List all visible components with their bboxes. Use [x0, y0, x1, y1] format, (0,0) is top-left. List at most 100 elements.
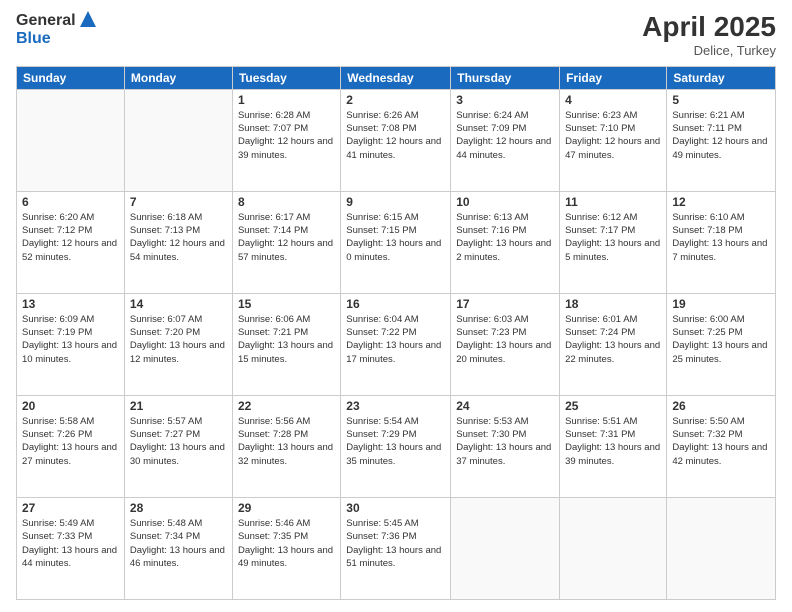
day-number: 1	[238, 93, 335, 107]
calendar-day-cell: 23 Sunrise: 5:54 AMSunset: 7:29 PMDayligh…	[341, 395, 451, 497]
day-info: Sunrise: 6:03 AMSunset: 7:23 PMDaylight:…	[456, 313, 554, 366]
day-number: 11	[565, 195, 661, 209]
day-number: 24	[456, 399, 554, 413]
day-number: 16	[346, 297, 445, 311]
day-info: Sunrise: 6:09 AMSunset: 7:19 PMDaylight:…	[22, 313, 119, 366]
day-number: 4	[565, 93, 661, 107]
calendar-day-cell	[451, 497, 560, 599]
day-number: 5	[672, 93, 770, 107]
logo-general: General	[16, 12, 76, 30]
day-number: 22	[238, 399, 335, 413]
day-info: Sunrise: 5:48 AMSunset: 7:34 PMDaylight:…	[130, 517, 227, 570]
day-info: Sunrise: 6:06 AMSunset: 7:21 PMDaylight:…	[238, 313, 335, 366]
day-number: 27	[22, 501, 119, 515]
calendar-day-cell: 28 Sunrise: 5:48 AMSunset: 7:34 PMDayligh…	[124, 497, 232, 599]
calendar-day-cell: 14 Sunrise: 6:07 AMSunset: 7:20 PMDayligh…	[124, 293, 232, 395]
calendar-day-cell	[124, 89, 232, 191]
calendar-day-cell: 17Sunrise: 6:03 AMSunset: 7:23 PMDayligh…	[451, 293, 560, 395]
calendar-day-cell: 27 Sunrise: 5:49 AMSunset: 7:33 PMDayligh…	[17, 497, 125, 599]
calendar-day-cell: 7Sunrise: 6:18 AMSunset: 7:13 PMDaylight…	[124, 191, 232, 293]
calendar-day-header: Friday	[560, 66, 667, 89]
calendar-table: SundayMondayTuesdayWednesdayThursdayFrid…	[16, 66, 776, 600]
calendar-day-cell: 3 Sunrise: 6:24 AMSunset: 7:09 PMDaylight…	[451, 89, 560, 191]
day-number: 23	[346, 399, 445, 413]
header: General Blue April 2025 Delice, Turkey	[16, 12, 776, 58]
day-number: 30	[346, 501, 445, 515]
calendar-day-cell: 15 Sunrise: 6:06 AMSunset: 7:21 PMDayligh…	[232, 293, 340, 395]
calendar-day-cell: 18 Sunrise: 6:01 AMSunset: 7:24 PMDayligh…	[560, 293, 667, 395]
calendar-day-cell: 4 Sunrise: 6:23 AMSunset: 7:10 PMDaylight…	[560, 89, 667, 191]
day-info: Sunrise: 6:26 AMSunset: 7:08 PMDaylight:…	[346, 109, 445, 162]
calendar-day-cell: 13Sunrise: 6:09 AMSunset: 7:19 PMDayligh…	[17, 293, 125, 395]
day-number: 3	[456, 93, 554, 107]
calendar-day-cell	[560, 497, 667, 599]
calendar-day-cell: 11 Sunrise: 6:12 AMSunset: 7:17 PMDayligh…	[560, 191, 667, 293]
page: General Blue April 2025 Delice, Turkey S…	[0, 0, 792, 612]
calendar-day-cell: 8Sunrise: 6:17 AMSunset: 7:14 PMDaylight…	[232, 191, 340, 293]
calendar-day-cell: 5Sunrise: 6:21 AMSunset: 7:11 PMDaylight…	[667, 89, 776, 191]
calendar-day-cell: 10 Sunrise: 6:13 AMSunset: 7:16 PMDayligh…	[451, 191, 560, 293]
day-number: 14	[130, 297, 227, 311]
day-info: Sunrise: 6:12 AMSunset: 7:17 PMDaylight:…	[565, 211, 661, 264]
calendar-day-cell: 16 Sunrise: 6:04 AMSunset: 7:22 PMDayligh…	[341, 293, 451, 395]
calendar-header-row: SundayMondayTuesdayWednesdayThursdayFrid…	[17, 66, 776, 89]
title-area: April 2025 Delice, Turkey	[642, 12, 776, 58]
day-number: 12	[672, 195, 770, 209]
calendar-day-cell	[667, 497, 776, 599]
day-number: 21	[130, 399, 227, 413]
calendar-day-cell: 24Sunrise: 5:53 AMSunset: 7:30 PMDayligh…	[451, 395, 560, 497]
calendar-week-row: 13Sunrise: 6:09 AMSunset: 7:19 PMDayligh…	[17, 293, 776, 395]
day-number: 15	[238, 297, 335, 311]
day-info: Sunrise: 5:49 AMSunset: 7:33 PMDaylight:…	[22, 517, 119, 570]
day-info: Sunrise: 5:46 AMSunset: 7:35 PMDaylight:…	[238, 517, 335, 570]
day-number: 29	[238, 501, 335, 515]
day-info: Sunrise: 5:54 AMSunset: 7:29 PMDaylight:…	[346, 415, 445, 468]
calendar-day-header: Sunday	[17, 66, 125, 89]
day-info: Sunrise: 5:45 AMSunset: 7:36 PMDaylight:…	[346, 517, 445, 570]
calendar-day-cell: 9Sunrise: 6:15 AMSunset: 7:15 PMDaylight…	[341, 191, 451, 293]
calendar-day-cell	[17, 89, 125, 191]
day-info: Sunrise: 6:13 AMSunset: 7:16 PMDaylight:…	[456, 211, 554, 264]
day-info: Sunrise: 6:24 AMSunset: 7:09 PMDaylight:…	[456, 109, 554, 162]
calendar-day-cell: 20 Sunrise: 5:58 AMSunset: 7:26 PMDayligh…	[17, 395, 125, 497]
calendar-day-cell: 22 Sunrise: 5:56 AMSunset: 7:28 PMDayligh…	[232, 395, 340, 497]
calendar-week-row: 6Sunrise: 6:20 AMSunset: 7:12 PMDaylight…	[17, 191, 776, 293]
day-info: Sunrise: 6:18 AMSunset: 7:13 PMDaylight:…	[130, 211, 227, 264]
calendar-day-header: Thursday	[451, 66, 560, 89]
day-info: Sunrise: 6:07 AMSunset: 7:20 PMDaylight:…	[130, 313, 227, 366]
calendar-day-header: Wednesday	[341, 66, 451, 89]
day-number: 20	[22, 399, 119, 413]
calendar-day-cell: 1 Sunrise: 6:28 AMSunset: 7:07 PMDaylight…	[232, 89, 340, 191]
day-info: Sunrise: 5:51 AMSunset: 7:31 PMDaylight:…	[565, 415, 661, 468]
day-number: 28	[130, 501, 227, 515]
day-number: 10	[456, 195, 554, 209]
month-title: April 2025	[642, 12, 776, 43]
day-info: Sunrise: 6:04 AMSunset: 7:22 PMDaylight:…	[346, 313, 445, 366]
calendar-day-cell: 19Sunrise: 6:00 AMSunset: 7:25 PMDayligh…	[667, 293, 776, 395]
day-info: Sunrise: 6:17 AMSunset: 7:14 PMDaylight:…	[238, 211, 335, 264]
day-number: 2	[346, 93, 445, 107]
logo-icon	[78, 9, 98, 29]
day-info: Sunrise: 5:58 AMSunset: 7:26 PMDaylight:…	[22, 415, 119, 468]
calendar-day-cell: 21 Sunrise: 5:57 AMSunset: 7:27 PMDayligh…	[124, 395, 232, 497]
calendar-week-row: 1 Sunrise: 6:28 AMSunset: 7:07 PMDaylight…	[17, 89, 776, 191]
day-number: 18	[565, 297, 661, 311]
day-info: Sunrise: 6:20 AMSunset: 7:12 PMDaylight:…	[22, 211, 119, 264]
calendar-day-cell: 29 Sunrise: 5:46 AMSunset: 7:35 PMDayligh…	[232, 497, 340, 599]
calendar-day-header: Tuesday	[232, 66, 340, 89]
day-info: Sunrise: 6:01 AMSunset: 7:24 PMDaylight:…	[565, 313, 661, 366]
calendar-day-cell: 12 Sunrise: 6:10 AMSunset: 7:18 PMDayligh…	[667, 191, 776, 293]
day-info: Sunrise: 5:56 AMSunset: 7:28 PMDaylight:…	[238, 415, 335, 468]
calendar-day-cell: 26Sunrise: 5:50 AMSunset: 7:32 PMDayligh…	[667, 395, 776, 497]
logo-blue: Blue	[16, 30, 98, 48]
day-info: Sunrise: 6:28 AMSunset: 7:07 PMDaylight:…	[238, 109, 335, 162]
calendar-day-cell: 25 Sunrise: 5:51 AMSunset: 7:31 PMDayligh…	[560, 395, 667, 497]
calendar-day-header: Monday	[124, 66, 232, 89]
day-info: Sunrise: 6:10 AMSunset: 7:18 PMDaylight:…	[672, 211, 770, 264]
calendar-day-cell: 6Sunrise: 6:20 AMSunset: 7:12 PMDaylight…	[17, 191, 125, 293]
day-number: 25	[565, 399, 661, 413]
day-number: 19	[672, 297, 770, 311]
day-info: Sunrise: 6:23 AMSunset: 7:10 PMDaylight:…	[565, 109, 661, 162]
calendar-week-row: 20 Sunrise: 5:58 AMSunset: 7:26 PMDayligh…	[17, 395, 776, 497]
day-info: Sunrise: 5:57 AMSunset: 7:27 PMDaylight:…	[130, 415, 227, 468]
